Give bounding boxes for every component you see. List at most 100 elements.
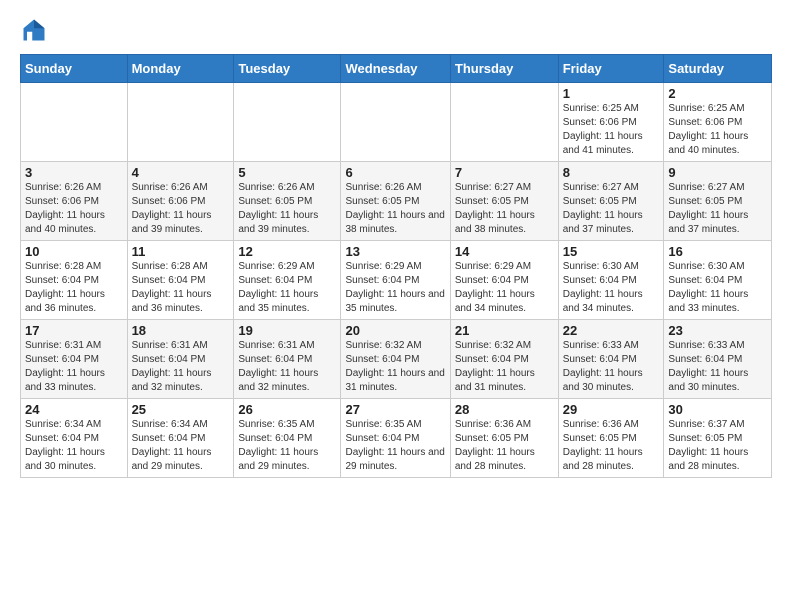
calendar-cell: 8Sunrise: 6:27 AM Sunset: 6:05 PM Daylig… (558, 162, 664, 241)
calendar-cell: 4Sunrise: 6:26 AM Sunset: 6:06 PM Daylig… (127, 162, 234, 241)
calendar-cell (450, 83, 558, 162)
day-number: 30 (668, 402, 767, 417)
day-number: 15 (563, 244, 660, 259)
day-info: Sunrise: 6:31 AM Sunset: 6:04 PM Dayligh… (132, 339, 230, 395)
calendar-cell: 19Sunrise: 6:31 AM Sunset: 6:04 PM Dayli… (234, 320, 341, 399)
day-number: 23 (668, 323, 767, 338)
calendar-cell: 26Sunrise: 6:35 AM Sunset: 6:04 PM Dayli… (234, 399, 341, 478)
calendar-header-wednesday: Wednesday (341, 55, 450, 83)
day-info: Sunrise: 6:33 AM Sunset: 6:04 PM Dayligh… (668, 339, 767, 395)
day-info: Sunrise: 6:35 AM Sunset: 6:04 PM Dayligh… (345, 418, 445, 474)
day-number: 19 (238, 323, 336, 338)
calendar-cell: 24Sunrise: 6:34 AM Sunset: 6:04 PM Dayli… (21, 399, 128, 478)
header (20, 16, 772, 44)
day-info: Sunrise: 6:25 AM Sunset: 6:06 PM Dayligh… (563, 102, 660, 158)
day-info: Sunrise: 6:34 AM Sunset: 6:04 PM Dayligh… (25, 418, 123, 474)
day-info: Sunrise: 6:27 AM Sunset: 6:05 PM Dayligh… (455, 181, 554, 237)
day-info: Sunrise: 6:29 AM Sunset: 6:04 PM Dayligh… (455, 260, 554, 316)
calendar-cell (127, 83, 234, 162)
calendar-cell: 28Sunrise: 6:36 AM Sunset: 6:05 PM Dayli… (450, 399, 558, 478)
calendar-cell: 18Sunrise: 6:31 AM Sunset: 6:04 PM Dayli… (127, 320, 234, 399)
day-info: Sunrise: 6:29 AM Sunset: 6:04 PM Dayligh… (345, 260, 445, 316)
day-info: Sunrise: 6:37 AM Sunset: 6:05 PM Dayligh… (668, 418, 767, 474)
calendar-week-3: 10Sunrise: 6:28 AM Sunset: 6:04 PM Dayli… (21, 241, 772, 320)
day-number: 12 (238, 244, 336, 259)
calendar-cell: 16Sunrise: 6:30 AM Sunset: 6:04 PM Dayli… (664, 241, 772, 320)
day-info: Sunrise: 6:31 AM Sunset: 6:04 PM Dayligh… (25, 339, 123, 395)
day-info: Sunrise: 6:28 AM Sunset: 6:04 PM Dayligh… (132, 260, 230, 316)
day-info: Sunrise: 6:25 AM Sunset: 6:06 PM Dayligh… (668, 102, 767, 158)
day-info: Sunrise: 6:27 AM Sunset: 6:05 PM Dayligh… (563, 181, 660, 237)
calendar-cell: 13Sunrise: 6:29 AM Sunset: 6:04 PM Dayli… (341, 241, 450, 320)
logo (20, 16, 52, 44)
day-info: Sunrise: 6:26 AM Sunset: 6:05 PM Dayligh… (345, 181, 445, 237)
calendar-week-4: 17Sunrise: 6:31 AM Sunset: 6:04 PM Dayli… (21, 320, 772, 399)
day-info: Sunrise: 6:30 AM Sunset: 6:04 PM Dayligh… (563, 260, 660, 316)
day-info: Sunrise: 6:26 AM Sunset: 6:06 PM Dayligh… (25, 181, 123, 237)
day-info: Sunrise: 6:36 AM Sunset: 6:05 PM Dayligh… (455, 418, 554, 474)
day-number: 24 (25, 402, 123, 417)
day-number: 5 (238, 165, 336, 180)
calendar-cell: 17Sunrise: 6:31 AM Sunset: 6:04 PM Dayli… (21, 320, 128, 399)
calendar-cell: 6Sunrise: 6:26 AM Sunset: 6:05 PM Daylig… (341, 162, 450, 241)
calendar-cell: 5Sunrise: 6:26 AM Sunset: 6:05 PM Daylig… (234, 162, 341, 241)
calendar-header-saturday: Saturday (664, 55, 772, 83)
day-number: 7 (455, 165, 554, 180)
calendar-cell (341, 83, 450, 162)
calendar-cell: 29Sunrise: 6:36 AM Sunset: 6:05 PM Dayli… (558, 399, 664, 478)
calendar-cell: 3Sunrise: 6:26 AM Sunset: 6:06 PM Daylig… (21, 162, 128, 241)
day-info: Sunrise: 6:36 AM Sunset: 6:05 PM Dayligh… (563, 418, 660, 474)
day-number: 17 (25, 323, 123, 338)
day-info: Sunrise: 6:30 AM Sunset: 6:04 PM Dayligh… (668, 260, 767, 316)
day-info: Sunrise: 6:33 AM Sunset: 6:04 PM Dayligh… (563, 339, 660, 395)
calendar-cell: 20Sunrise: 6:32 AM Sunset: 6:04 PM Dayli… (341, 320, 450, 399)
day-info: Sunrise: 6:31 AM Sunset: 6:04 PM Dayligh… (238, 339, 336, 395)
day-info: Sunrise: 6:26 AM Sunset: 6:05 PM Dayligh… (238, 181, 336, 237)
day-number: 1 (563, 86, 660, 101)
day-number: 26 (238, 402, 336, 417)
day-number: 18 (132, 323, 230, 338)
calendar-cell (21, 83, 128, 162)
logo-icon (20, 16, 48, 44)
day-info: Sunrise: 6:28 AM Sunset: 6:04 PM Dayligh… (25, 260, 123, 316)
day-info: Sunrise: 6:35 AM Sunset: 6:04 PM Dayligh… (238, 418, 336, 474)
day-number: 29 (563, 402, 660, 417)
day-number: 27 (345, 402, 445, 417)
calendar-cell (234, 83, 341, 162)
day-number: 28 (455, 402, 554, 417)
day-info: Sunrise: 6:34 AM Sunset: 6:04 PM Dayligh… (132, 418, 230, 474)
calendar-cell: 9Sunrise: 6:27 AM Sunset: 6:05 PM Daylig… (664, 162, 772, 241)
calendar-cell: 27Sunrise: 6:35 AM Sunset: 6:04 PM Dayli… (341, 399, 450, 478)
calendar-cell: 14Sunrise: 6:29 AM Sunset: 6:04 PM Dayli… (450, 241, 558, 320)
day-number: 16 (668, 244, 767, 259)
calendar-header-sunday: Sunday (21, 55, 128, 83)
day-number: 11 (132, 244, 230, 259)
day-info: Sunrise: 6:32 AM Sunset: 6:04 PM Dayligh… (455, 339, 554, 395)
calendar-header-row: SundayMondayTuesdayWednesdayThursdayFrid… (21, 55, 772, 83)
calendar-cell: 2Sunrise: 6:25 AM Sunset: 6:06 PM Daylig… (664, 83, 772, 162)
calendar-header-thursday: Thursday (450, 55, 558, 83)
calendar-table: SundayMondayTuesdayWednesdayThursdayFrid… (20, 54, 772, 478)
calendar-cell: 1Sunrise: 6:25 AM Sunset: 6:06 PM Daylig… (558, 83, 664, 162)
calendar-cell: 11Sunrise: 6:28 AM Sunset: 6:04 PM Dayli… (127, 241, 234, 320)
day-number: 21 (455, 323, 554, 338)
day-info: Sunrise: 6:32 AM Sunset: 6:04 PM Dayligh… (345, 339, 445, 395)
day-info: Sunrise: 6:29 AM Sunset: 6:04 PM Dayligh… (238, 260, 336, 316)
day-number: 13 (345, 244, 445, 259)
day-number: 14 (455, 244, 554, 259)
calendar-cell: 21Sunrise: 6:32 AM Sunset: 6:04 PM Dayli… (450, 320, 558, 399)
day-number: 10 (25, 244, 123, 259)
page: SundayMondayTuesdayWednesdayThursdayFrid… (0, 0, 792, 498)
calendar-header-monday: Monday (127, 55, 234, 83)
calendar-week-2: 3Sunrise: 6:26 AM Sunset: 6:06 PM Daylig… (21, 162, 772, 241)
calendar-cell: 15Sunrise: 6:30 AM Sunset: 6:04 PM Dayli… (558, 241, 664, 320)
day-number: 9 (668, 165, 767, 180)
calendar-cell: 12Sunrise: 6:29 AM Sunset: 6:04 PM Dayli… (234, 241, 341, 320)
day-number: 3 (25, 165, 123, 180)
calendar-cell: 7Sunrise: 6:27 AM Sunset: 6:05 PM Daylig… (450, 162, 558, 241)
calendar-week-5: 24Sunrise: 6:34 AM Sunset: 6:04 PM Dayli… (21, 399, 772, 478)
day-number: 20 (345, 323, 445, 338)
day-number: 4 (132, 165, 230, 180)
calendar-header-friday: Friday (558, 55, 664, 83)
day-number: 8 (563, 165, 660, 180)
